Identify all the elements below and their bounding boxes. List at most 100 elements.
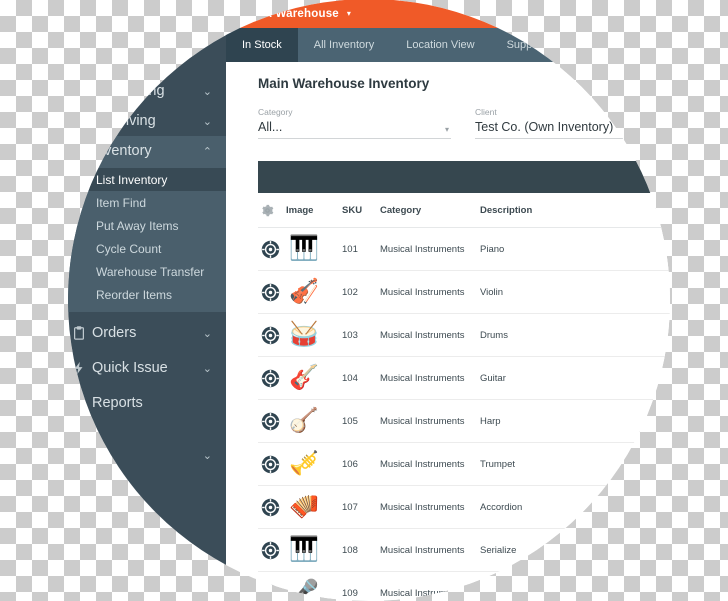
chevron-up-icon[interactable]: ⌃	[203, 145, 212, 158]
row-sku: 105	[342, 416, 380, 427]
row-category: Musical Instruments	[380, 502, 480, 513]
submenu-item-label: Reorder Items	[96, 288, 172, 302]
table-row[interactable]: 🥁103Musical InstrumentsDrumsEach	[258, 314, 670, 357]
client-select[interactable]: Client Test Co. (Own Inventory) ▾	[475, 107, 668, 139]
column-settings-button[interactable]	[258, 204, 286, 217]
target-icon[interactable]	[261, 240, 280, 259]
item-image: 🎹	[286, 534, 322, 566]
sidebar-item-label: Dashboard	[92, 54, 158, 69]
item-image: 🎸	[286, 362, 322, 394]
chevron-down-icon[interactable]: ⌄	[203, 449, 212, 462]
target-icon[interactable]	[261, 283, 280, 302]
row-description: Piano	[480, 244, 640, 255]
item-image: 🎹	[286, 233, 322, 265]
table-row[interactable]: 🎹108Musical InstrumentsSerializeEach	[258, 529, 670, 572]
row-uom: Each	[640, 416, 670, 427]
category-select[interactable]: Category All... ▾	[258, 107, 451, 139]
sidebar-item-dashboard[interactable]: Dashboard	[68, 46, 226, 76]
row-thumbnail: 🎸	[286, 362, 342, 394]
screenshot-stage: Inventory Dashboard Purchasing ⌄	[0, 0, 728, 596]
sidebar-item-quick-issue[interactable]: Quick Issue ⌄	[68, 353, 226, 383]
row-action-button[interactable]	[258, 455, 286, 474]
chevron-down-icon[interactable]: ⌄	[203, 85, 212, 98]
row-category: Musical Instruments	[380, 588, 480, 599]
submenu-item-warehouse-transfer[interactable]: Warehouse Transfer	[68, 260, 226, 283]
row-action-button[interactable]	[258, 369, 286, 388]
submenu-item-reorder-items[interactable]: Reorder Items	[68, 283, 226, 306]
item-image: 🎺	[286, 448, 322, 480]
tab-label: Location View	[406, 39, 474, 51]
tab-all-inventory[interactable]: All Inventory	[298, 28, 391, 62]
table-row[interactable]: 🎺106Musical InstrumentsTrumpetEach	[258, 443, 670, 486]
row-thumbnail: 🪗	[286, 491, 342, 523]
target-icon[interactable]	[261, 498, 280, 517]
row-uom: Each	[640, 588, 670, 599]
table-row[interactable]: 🪕105Musical InstrumentsHarpEach	[258, 400, 670, 443]
chevron-down-icon[interactable]: ⌄	[203, 362, 212, 375]
submenu-item-item-find[interactable]: Item Find	[68, 191, 226, 214]
row-description: Serialize	[480, 545, 640, 556]
target-icon[interactable]	[261, 455, 280, 474]
tab-location-view[interactable]: Location View	[390, 28, 490, 62]
submenu-item-cycle-count[interactable]: Cycle Count	[68, 237, 226, 260]
row-uom: Each	[640, 244, 670, 255]
chevron-down-icon[interactable]: ⌄	[203, 115, 212, 128]
row-action-button[interactable]	[258, 283, 286, 302]
target-icon[interactable]	[261, 584, 280, 601]
row-uom: Each	[640, 287, 670, 298]
row-category: Musical Instruments	[380, 330, 480, 341]
row-description: Drums	[480, 330, 640, 341]
row-sku: 106	[342, 459, 380, 470]
row-action-button[interactable]	[258, 240, 286, 259]
item-image: 🪗	[286, 491, 322, 523]
column-header-description[interactable]: Description	[480, 205, 640, 216]
column-header-image[interactable]: Image	[286, 205, 342, 216]
table-row[interactable]: 🪗107Musical InstrumentsAccordionEach	[258, 486, 670, 529]
target-icon[interactable]	[261, 412, 280, 431]
column-header-category[interactable]: Category	[380, 205, 480, 216]
table-toolbar[interactable]	[258, 161, 670, 193]
column-header-uom[interactable]: UOM	[640, 205, 670, 216]
row-description: Harp	[480, 416, 640, 427]
table-row[interactable]: 🎤109Musical InstrumentsMicrophoneEach	[258, 572, 670, 601]
table-row[interactable]: 🎹 101Musical InstrumentsPianoEach	[258, 228, 670, 271]
row-category: Musical Instruments	[380, 416, 480, 427]
row-sku: 101	[342, 244, 380, 255]
chevron-down-icon[interactable]: ⌄	[203, 327, 212, 340]
sidebar-item-receiving[interactable]: Receiving ⌄	[68, 106, 226, 136]
page-title: Main Warehouse Inventory	[242, 62, 670, 91]
sidebar-item-inventory[interactable]: Inventory ⌃	[68, 136, 226, 166]
target-icon[interactable]	[261, 326, 280, 345]
table-row[interactable]: 🎻102Musical InstrumentsViolinEach	[258, 271, 670, 314]
target-icon[interactable]	[261, 369, 280, 388]
sidebar-item-reports[interactable]: Reports	[68, 388, 226, 418]
inventory-submenu: List Inventory Item Find Put Away Items …	[68, 166, 226, 312]
submenu-item-list-inventory[interactable]: List Inventory	[68, 168, 226, 191]
row-action-button[interactable]	[258, 584, 286, 601]
row-uom: Each	[640, 502, 670, 513]
tab-in-stock[interactable]: In Stock	[226, 28, 298, 62]
sidebar-item-purchasing[interactable]: Purchasing ⌄	[68, 76, 226, 106]
sidebar-item-orders[interactable]: Orders ⌄	[68, 318, 226, 348]
sidebar-item-label: Quick Issue	[92, 360, 168, 376]
chevron-down-icon[interactable]: ▾	[347, 10, 351, 18]
table-row[interactable]: 🎸104Musical InstrumentsGuitarEach	[258, 357, 670, 400]
sidebar-item-label: Receiving	[92, 113, 156, 129]
column-header-sku[interactable]: SKU	[342, 205, 380, 216]
target-icon[interactable]	[261, 541, 280, 560]
tab-supplier-view[interactable]: Supplier View	[491, 28, 590, 62]
row-action-button[interactable]	[258, 412, 286, 431]
row-action-button[interactable]	[258, 541, 286, 560]
row-uom: Each	[640, 459, 670, 470]
sidebar-item-more[interactable]: ⌄	[68, 440, 226, 470]
submenu-item-put-away-items[interactable]: Put Away Items	[68, 214, 226, 237]
row-description: Violin	[480, 287, 640, 298]
table-header-row: Image SKU Category Description UOM	[258, 193, 670, 228]
row-action-button[interactable]	[258, 498, 286, 517]
chevron-down-icon[interactable]: ▾	[445, 125, 449, 134]
chevron-down-icon[interactable]: ▾	[662, 125, 666, 134]
row-category: Musical Instruments	[380, 244, 480, 255]
row-uom: Each	[640, 373, 670, 384]
row-action-button[interactable]	[258, 326, 286, 345]
row-thumbnail: 🎹	[286, 233, 342, 265]
